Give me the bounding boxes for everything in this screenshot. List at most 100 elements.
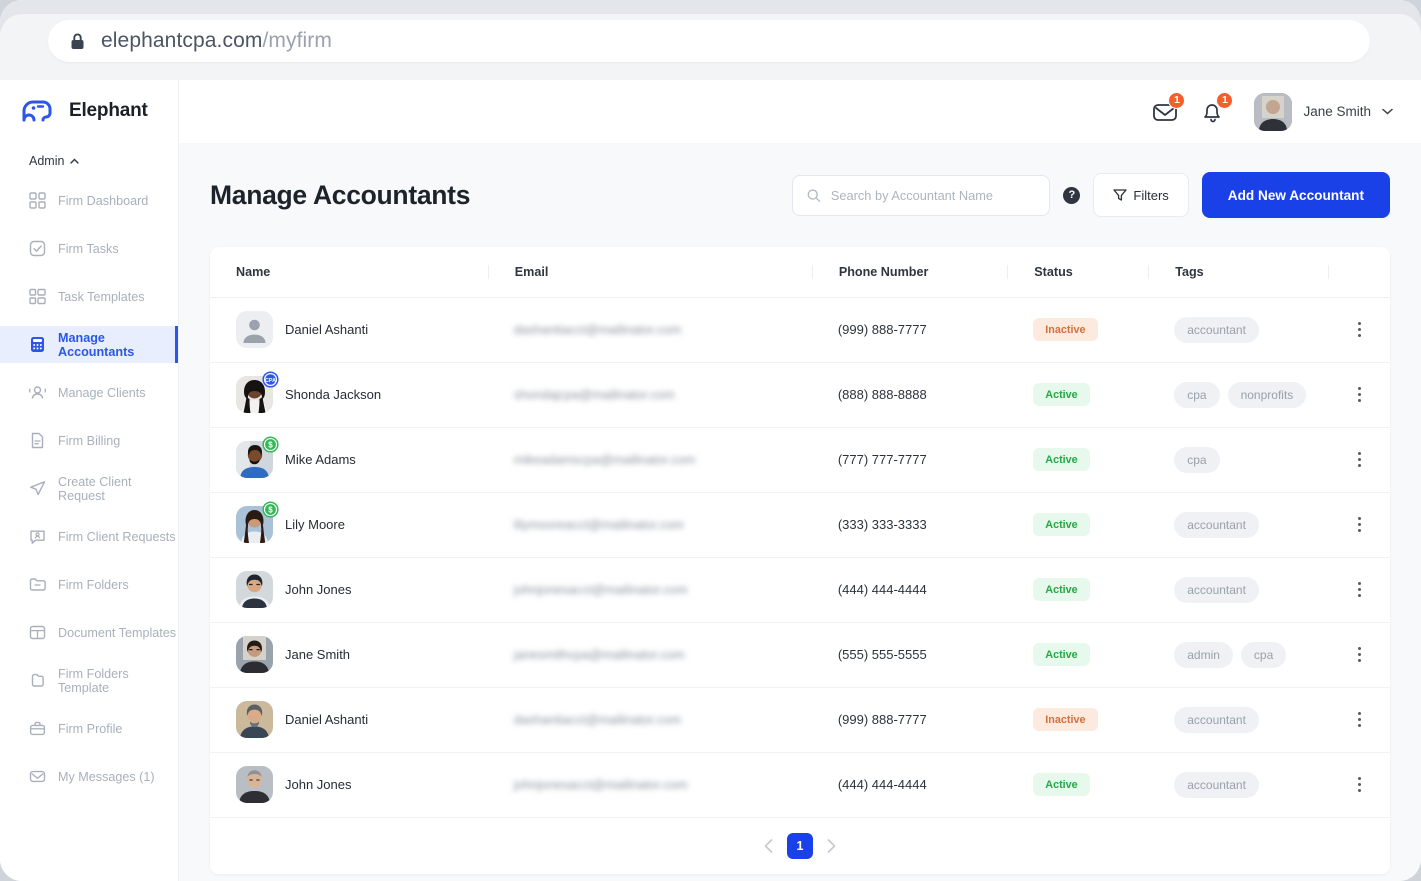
sidebar-section-admin[interactable]: Admin: [0, 124, 178, 168]
row-menu-button[interactable]: [1346, 382, 1372, 408]
avatar-photo-icon: [1254, 93, 1292, 131]
search-box[interactable]: [792, 175, 1050, 216]
sidebar-item-my-messages-1[interactable]: My Messages (1): [0, 758, 178, 795]
row-menu-button[interactable]: [1346, 707, 1372, 733]
cell-phone: (444) 444-4444: [812, 752, 1007, 817]
file-text-icon: [29, 432, 46, 449]
cell-status: Active: [1007, 752, 1148, 817]
sidebar-item-task-templates[interactable]: Task Templates: [0, 278, 178, 315]
sidebar-item-label: Create Client Request: [58, 475, 178, 503]
column-header-phone: Phone Number: [812, 247, 1007, 297]
table-row[interactable]: CPAShonda Jacksonshondajcpa@mailinator.c…: [210, 362, 1390, 427]
address-bar[interactable]: elephantcpa.com/myfirm: [48, 20, 1370, 62]
avatar-wrap: [236, 701, 273, 738]
table-row[interactable]: $Lily Moorelilymooreacct@mailinator.com(…: [210, 492, 1390, 557]
accountant-name: John Jones: [285, 777, 352, 792]
filters-label: Filters: [1133, 188, 1168, 203]
table-row[interactable]: John Jones johnjonesacct@mailinator.com(4…: [210, 752, 1390, 817]
tag-chip[interactable]: cpa: [1241, 642, 1286, 668]
column-header-actions: [1328, 247, 1390, 297]
table-row[interactable]: Daniel Ashantidashantiacct@mailinator.co…: [210, 297, 1390, 362]
accountant-phone: (777) 777-7777: [812, 452, 1007, 467]
row-menu-button[interactable]: [1346, 772, 1372, 798]
sidebar-item-firm-client-requests[interactable]: Firm Client Requests: [0, 518, 178, 555]
sidebar-item-label: Firm Tasks: [58, 242, 119, 256]
sidebar-item-manage-clients[interactable]: Manage Clients: [0, 374, 178, 411]
cell-phone: (999) 888-7777: [812, 687, 1007, 752]
accountants-table-card: Name Email Phone Number Status Tags Dani…: [210, 247, 1390, 874]
grid-icon: [29, 192, 46, 209]
browser-chrome: elephantcpa.com/myfirm: [0, 0, 1421, 80]
status-badge: Inactive: [1033, 318, 1097, 341]
avatar-wrap: [236, 766, 273, 803]
cell-status: Inactive: [1007, 297, 1148, 362]
sidebar-item-label: Firm Folders Template: [58, 667, 178, 695]
sidebar-item-firm-tasks[interactable]: Firm Tasks: [0, 230, 178, 267]
tag-chip[interactable]: accountant: [1174, 317, 1259, 343]
sidebar-item-create-client-request[interactable]: Create Client Request: [0, 470, 178, 507]
help-icon[interactable]: ?: [1063, 187, 1080, 204]
accountant-phone: (888) 888-8888: [812, 387, 1007, 402]
sidebar-item-firm-dashboard[interactable]: Firm Dashboard: [0, 182, 178, 219]
table-row[interactable]: John Jonesjohnjonesacct@mailinator.com(4…: [210, 557, 1390, 622]
row-menu-button[interactable]: [1346, 317, 1372, 343]
brand[interactable]: Elephant: [0, 80, 178, 124]
row-menu-button[interactable]: [1346, 447, 1372, 473]
cell-email: janesmithcpa@mailinator.com: [488, 622, 812, 687]
notifications-icon[interactable]: 1: [1200, 99, 1226, 125]
sidebar-item-label: Manage Clients: [58, 386, 146, 400]
tag-chip[interactable]: accountant: [1174, 577, 1259, 603]
avatar: [236, 636, 273, 673]
cell-name: Daniel Ashanti: [210, 297, 488, 362]
add-new-accountant-button[interactable]: Add New Accountant: [1202, 172, 1390, 218]
user-menu[interactable]: Jane Smith: [1254, 93, 1393, 131]
pagination-prev-button[interactable]: [764, 839, 773, 853]
sidebar-section-label: Admin: [29, 154, 64, 168]
table-row[interactable]: $Mike Adamsmikeadamscpa@mailinator.com(7…: [210, 427, 1390, 492]
tag-chip[interactable]: cpa: [1174, 447, 1219, 473]
briefcase-icon: [29, 720, 46, 737]
envelope-icon: [29, 768, 46, 785]
svg-text:CPA: CPA: [265, 378, 276, 384]
cell-actions: [1328, 492, 1390, 557]
tag-chip[interactable]: accountant: [1174, 772, 1259, 798]
sidebar-item-firm-billing[interactable]: Firm Billing: [0, 422, 178, 459]
table-row[interactable]: Daniel Ashantidashantiacct@mailinator.co…: [210, 687, 1390, 752]
tag-chip[interactable]: cpa: [1174, 382, 1219, 408]
tag-chip[interactable]: nonprofits: [1228, 382, 1307, 408]
cell-email: johnjonesacct@mailinator.com: [488, 752, 812, 817]
tag-chip[interactable]: accountant: [1174, 512, 1259, 538]
search-input[interactable]: [831, 188, 1036, 203]
row-menu-button[interactable]: [1346, 512, 1372, 538]
mail-badge: 1: [1168, 92, 1185, 109]
cell-email: dashantiacct@mailinator.com: [488, 297, 812, 362]
cell-name: Daniel Ashanti: [210, 687, 488, 752]
cell-actions: [1328, 622, 1390, 687]
mail-icon[interactable]: 1: [1152, 99, 1178, 125]
sidebar-item-document-templates[interactable]: Document Templates: [0, 614, 178, 651]
pagination-next-button[interactable]: [827, 839, 836, 853]
row-menu-button[interactable]: [1346, 577, 1372, 603]
sidebar-item-label: Document Templates: [58, 626, 176, 640]
row-menu-button[interactable]: [1346, 642, 1372, 668]
sidebar-item-firm-profile[interactable]: Firm Profile: [0, 710, 178, 747]
cell-email: johnjonesacct@mailinator.com: [488, 557, 812, 622]
cell-phone: (888) 888-8888: [812, 362, 1007, 427]
sidebar-item-firm-folders-template[interactable]: Firm Folders Template: [0, 662, 178, 699]
cell-name: John Jones: [210, 752, 488, 817]
cell-name: John Jones: [210, 557, 488, 622]
sidebar-item-manage-accountants[interactable]: Manage Accountants: [0, 326, 178, 363]
cell-tags: admin cpa: [1148, 622, 1328, 687]
pagination-page-1[interactable]: 1: [787, 833, 813, 859]
tag-chip[interactable]: admin: [1174, 642, 1233, 668]
cell-status: Active: [1007, 427, 1148, 492]
filters-button[interactable]: Filters: [1093, 173, 1188, 217]
table-row[interactable]: Jane Smithjanesmithcpa@mailinator.com(55…: [210, 622, 1390, 687]
sidebar-item-firm-folders[interactable]: Firm Folders: [0, 566, 178, 603]
topbar: 1 1 Jane Smith: [179, 80, 1421, 143]
tag-chip[interactable]: accountant: [1174, 707, 1259, 733]
pagination: 1: [210, 818, 1390, 874]
cell-status: Active: [1007, 492, 1148, 557]
folder-copy-icon: [29, 672, 46, 689]
svg-text:$: $: [268, 505, 273, 514]
